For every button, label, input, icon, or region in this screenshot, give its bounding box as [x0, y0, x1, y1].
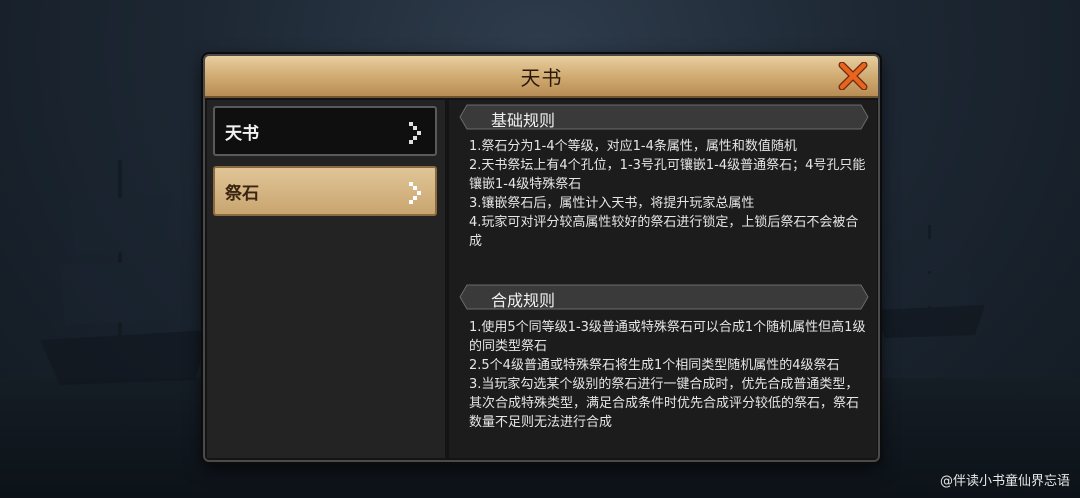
- rule-line: 3.当玩家勾选某个级别的祭石进行一键合成时，优先合成普通类型，其次合成特殊类型，…: [469, 377, 860, 430]
- rule-line: 2.5个4级普通或特殊祭石将生成1个相同类型随机属性的4级祭石: [469, 358, 840, 373]
- section-title: 基础规则: [491, 111, 556, 130]
- nav-item-tianshu[interactable]: 天书: [213, 106, 437, 156]
- rule-line: 3.镶嵌祭石后，属性计入天书，将提升玩家总属性: [469, 196, 755, 211]
- tianshu-dialog: 天书 天书 祭石 基础规则 1.祭石分为1-4个等级，对应1-4条属性，属性和数…: [203, 54, 880, 462]
- rules-content-panel[interactable]: 基础规则 1.祭石分为1-4个等级，对应1-4条属性，属性和数值随机 2.天书祭…: [449, 100, 877, 458]
- section-title: 合成规则: [491, 291, 556, 310]
- section-header-synthesis: 合成规则: [459, 284, 869, 310]
- dialog-title: 天书: [520, 65, 563, 90]
- basic-rules-text: 1.祭石分为1-4个等级，对应1-4条属性，属性和数值随机 2.天书祭坛上有4个…: [469, 137, 867, 251]
- close-button[interactable]: [836, 60, 870, 92]
- nav-item-label: 祭石: [225, 183, 259, 204]
- category-sidebar: 天书 祭石: [207, 100, 445, 458]
- left-ship-silhouette: [40, 160, 210, 385]
- chevron-right-icon: [409, 182, 421, 204]
- right-ship-silhouette: [875, 225, 985, 338]
- nav-item-label: 天书: [225, 123, 259, 144]
- synthesis-rules-text: 1.使用5个同等级1-3级普通或特殊祭石可以合成1个随机属性但高1级的同类型祭石…: [469, 318, 867, 432]
- rule-line: 1.使用5个同等级1-3级普通或特殊祭石可以合成1个随机属性但高1级的同类型祭石: [469, 320, 866, 354]
- chevron-right-icon: [409, 122, 421, 144]
- close-x-icon: [838, 62, 868, 90]
- dialog-title-bar: 天书: [205, 56, 878, 98]
- rule-line: 2.天书祭坛上有4个孔位，1-3号孔可镶嵌1-4级普通祭石；4号孔只能镶嵌1-4…: [469, 158, 866, 192]
- rule-line: 4.玩家可对评分较高属性较好的祭石进行锁定，上锁后祭石不会被合成: [469, 215, 859, 249]
- section-header-basic: 基础规则: [459, 104, 869, 130]
- rule-line: 1.祭石分为1-4个等级，对应1-4条属性，属性和数值随机: [469, 139, 797, 154]
- nav-item-jishi[interactable]: 祭石: [213, 166, 437, 216]
- watermark-text: @伴读小书童仙界忘语: [939, 474, 1070, 489]
